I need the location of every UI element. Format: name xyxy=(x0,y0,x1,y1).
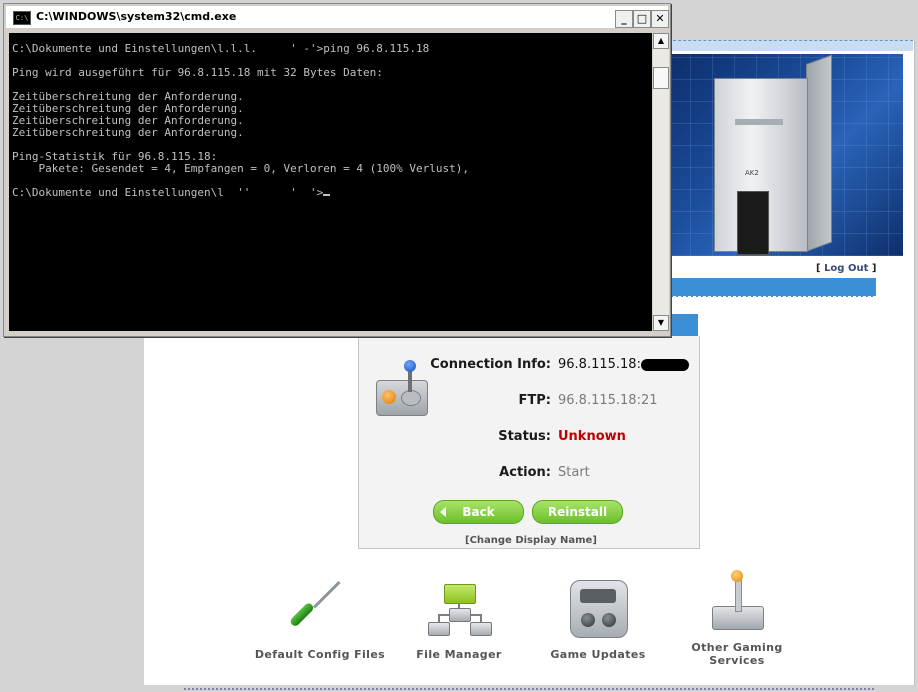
cmd-window-title: C:\WINDOWS\system32\cmd.exe xyxy=(36,10,237,23)
server-tower-image: AK2 xyxy=(714,54,832,255)
close-button[interactable]: ✕ xyxy=(651,10,669,28)
connection-info-value: 96.8.115.18: xyxy=(558,357,689,372)
cmd-title-bar[interactable]: C:\ C:\WINDOWS\system32\cmd.exe _ □ ✕ xyxy=(6,6,669,28)
game-updates-link[interactable]: Game Updates xyxy=(518,648,678,661)
scrollbar-thumb[interactable] xyxy=(653,67,669,89)
section-header-bar xyxy=(668,278,876,297)
status-value: Unknown xyxy=(558,429,626,444)
game-console-icon[interactable] xyxy=(570,580,628,638)
console-line: Ping wird ausgeführt für 96.8.115.18 mit… xyxy=(12,66,383,79)
maximize-button[interactable]: □ xyxy=(633,10,651,28)
console-icon: C:\ xyxy=(13,11,31,25)
footer-divider xyxy=(184,688,874,690)
connection-info-label: Connection Info: xyxy=(430,357,551,372)
console-text: C:\Dokumente und Einstellungen\l.l.l. ' … xyxy=(9,33,652,199)
scroll-up-icon[interactable]: ▲ xyxy=(653,33,669,49)
status-label: Status: xyxy=(498,429,551,444)
header-strip xyxy=(668,40,913,51)
console-output[interactable]: C:\Dokumente und Einstellungen\l.l.l. ' … xyxy=(9,33,652,331)
back-button[interactable]: Back xyxy=(433,500,524,524)
redaction-mark xyxy=(640,358,689,371)
ftp-value[interactable]: 96.8.115.18:21 xyxy=(558,393,658,408)
reinstall-button[interactable]: Reinstall xyxy=(532,500,623,524)
network-icon[interactable] xyxy=(428,584,492,638)
action-label: Action: xyxy=(499,465,551,480)
minimize-button[interactable]: _ xyxy=(615,10,633,28)
other-gaming-services-link[interactable]: Other Gaming Services xyxy=(657,641,817,667)
joystick-icon[interactable] xyxy=(712,570,764,632)
ftp-label: FTP: xyxy=(518,393,551,408)
scroll-down-icon[interactable]: ▼ xyxy=(653,315,669,331)
joystick-icon xyxy=(376,360,428,416)
logout-link-wrap: [ Log Out ] xyxy=(816,263,877,274)
console-line: C:\Dokumente und Einstellungen\l.l.l. ' … xyxy=(12,42,430,55)
console-scrollbar[interactable]: ▲ ▼ xyxy=(653,33,669,331)
console-line: Pakete: Gesendet = 4, Empfangen = 0, Ver… xyxy=(38,162,469,175)
tower-brand: AK2 xyxy=(745,169,759,177)
console-line: Zeitüberschreitung der Anforderung. xyxy=(12,126,244,139)
console-prompt: C:\Dokumente und Einstellungen\l '' ' '> xyxy=(12,186,324,199)
text-cursor xyxy=(323,194,331,196)
arrow-left-icon xyxy=(440,507,446,517)
logout-link[interactable]: Log Out xyxy=(824,263,868,274)
cmd-window[interactable]: C:\ C:\WINDOWS\system32\cmd.exe _ □ ✕ C:… xyxy=(3,3,671,337)
screwdriver-icon[interactable] xyxy=(288,580,350,638)
default-config-files-link[interactable]: Default Config Files xyxy=(240,648,400,661)
action-start-link[interactable]: Start xyxy=(558,465,590,480)
change-display-name-link[interactable]: [Change Display Name] xyxy=(465,535,597,546)
file-manager-link[interactable]: File Manager xyxy=(379,648,539,661)
